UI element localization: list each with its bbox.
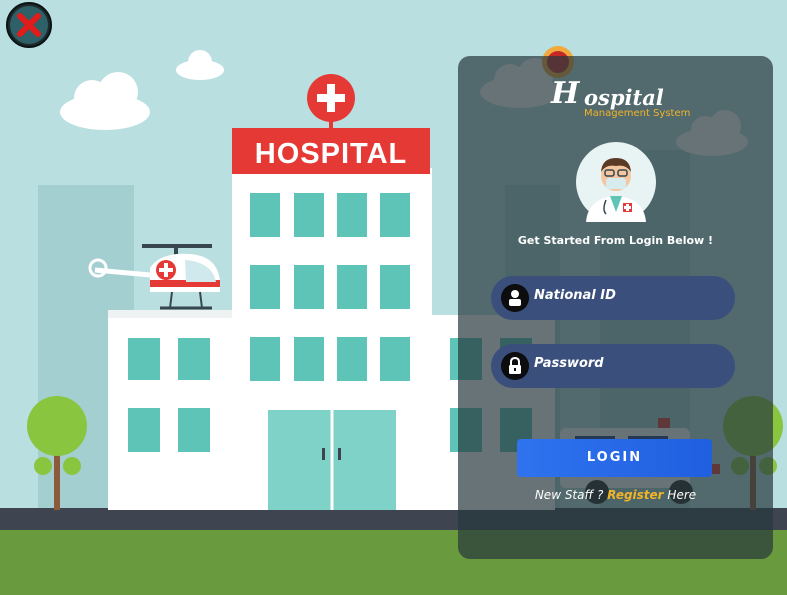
brand-subtitle: Management System: [584, 108, 691, 119]
brand-name: ospital: [584, 85, 664, 110]
register-link[interactable]: Register: [607, 488, 663, 502]
hospital-sign-text: HOSPITAL: [255, 138, 407, 170]
national-id-placeholder: National ID: [534, 288, 616, 303]
login-tagline: Get Started From Login Below !: [517, 234, 714, 247]
lock-icon: [501, 352, 529, 380]
brand-initial: H: [551, 76, 580, 111]
register-prefix: New Staff ?: [534, 488, 604, 502]
user-icon: [501, 284, 529, 312]
national-id-field[interactable]: National ID: [491, 276, 735, 320]
register-suffix: Here: [667, 488, 697, 502]
login-panel: H ospital Management System Get Started …: [458, 56, 773, 559]
password-field[interactable]: Password: [491, 344, 735, 388]
app-logo: H ospital Management System: [458, 76, 773, 120]
doctor-avatar-icon: [576, 142, 656, 222]
login-button[interactable]: LOGIN: [517, 439, 712, 477]
register-prompt: New Staff ? Register Here: [458, 488, 773, 502]
close-x-icon[interactable]: [4, 2, 54, 48]
password-placeholder: Password: [534, 356, 604, 371]
